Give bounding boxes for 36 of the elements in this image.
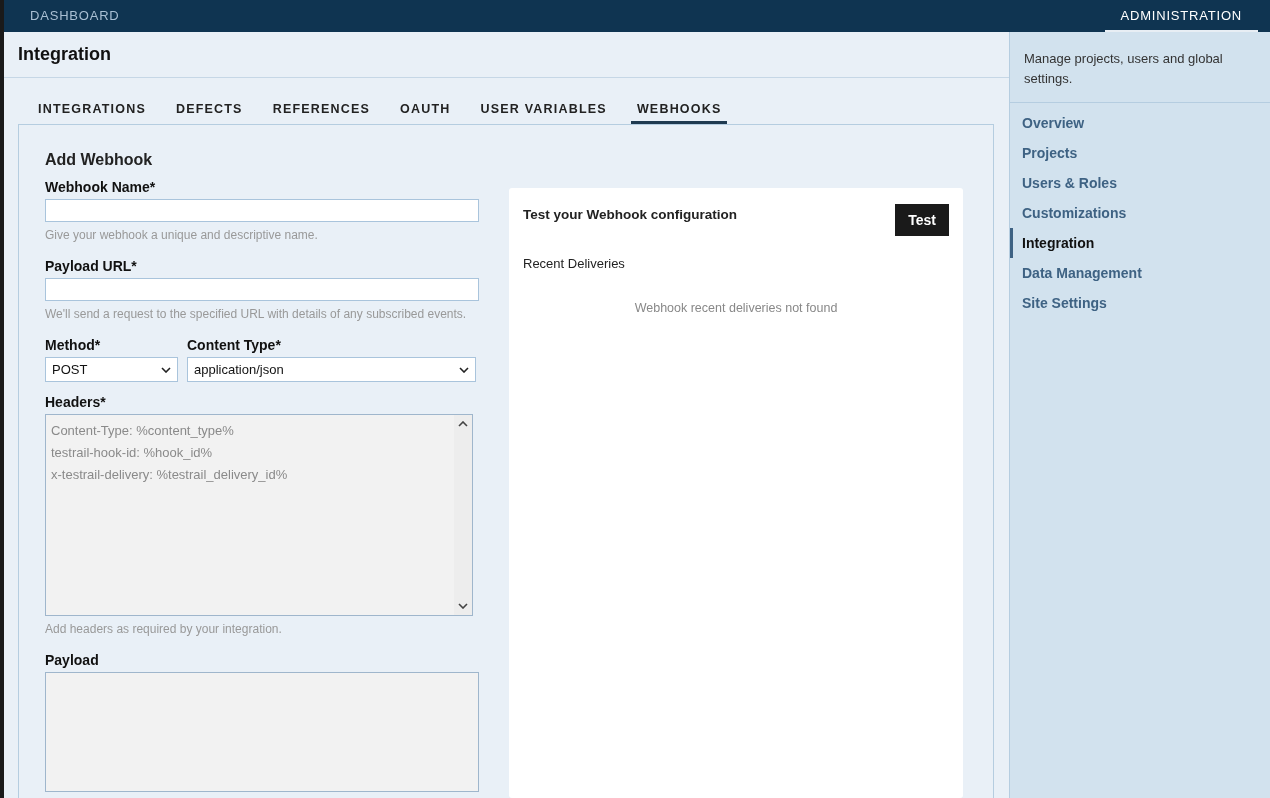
chevron-down-icon	[161, 366, 171, 373]
top-nav-link[interactable]: DASHBOARD	[30, 0, 132, 32]
tab[interactable]: DEFECTS	[169, 100, 249, 124]
sidebar-item[interactable]: Customizations	[1010, 198, 1270, 228]
webhook-name-field[interactable]	[45, 199, 479, 222]
tab[interactable]: USER VARIABLES	[474, 100, 613, 124]
sidebar-item[interactable]: Users & Roles	[1010, 168, 1270, 198]
sidebar-item[interactable]: Overview	[1010, 108, 1270, 138]
tab[interactable]: OAUTH	[394, 100, 457, 124]
tab[interactable]: REFERENCES	[266, 100, 377, 124]
form-title: Add Webhook	[45, 151, 154, 169]
field-label: Webhook Name*	[45, 179, 157, 195]
field-hint: Add headers as required by your integration.	[45, 622, 283, 636]
empty-message: Webhook recent deliveries not found	[633, 301, 839, 315]
tab[interactable]: WEBHOOKS	[630, 100, 728, 124]
field-label: Content Type*	[187, 337, 282, 353]
content-type-dropdown[interactable]: application/json	[187, 357, 476, 382]
chevron-down-icon	[459, 366, 469, 373]
test-panel-title: Test your Webhook configuration	[523, 207, 737, 222]
sidebar-item[interactable]: Projects	[1010, 138, 1270, 168]
field-label: Payload URL*	[45, 258, 138, 274]
field-label: Headers*	[45, 394, 107, 410]
sidebar-description: Manage projects, users and global settings.	[1010, 32, 1270, 103]
sidebar-item[interactable]: Site Settings	[1010, 288, 1270, 318]
page-title: Integration	[18, 44, 111, 65]
method-dropdown[interactable]: POST	[45, 357, 178, 382]
field-hint: Give your webhook a unique and descriptive name.	[45, 228, 319, 242]
field-label: Payload	[45, 652, 100, 668]
payload-url-field[interactable]	[45, 278, 479, 301]
sidebar-item[interactable]: Data Management	[1010, 258, 1270, 288]
field-label: Method*	[45, 337, 102, 353]
tab[interactable]: INTEGRATIONS	[32, 100, 152, 124]
field-hint: We'll send a request to the specified URL with details of any subscribed events.	[45, 307, 468, 321]
test-button[interactable]: Test	[895, 204, 949, 236]
recent-deliveries-heading: Recent Deliveries	[523, 256, 626, 271]
sidebar-item[interactable]: Integration	[1010, 228, 1270, 258]
